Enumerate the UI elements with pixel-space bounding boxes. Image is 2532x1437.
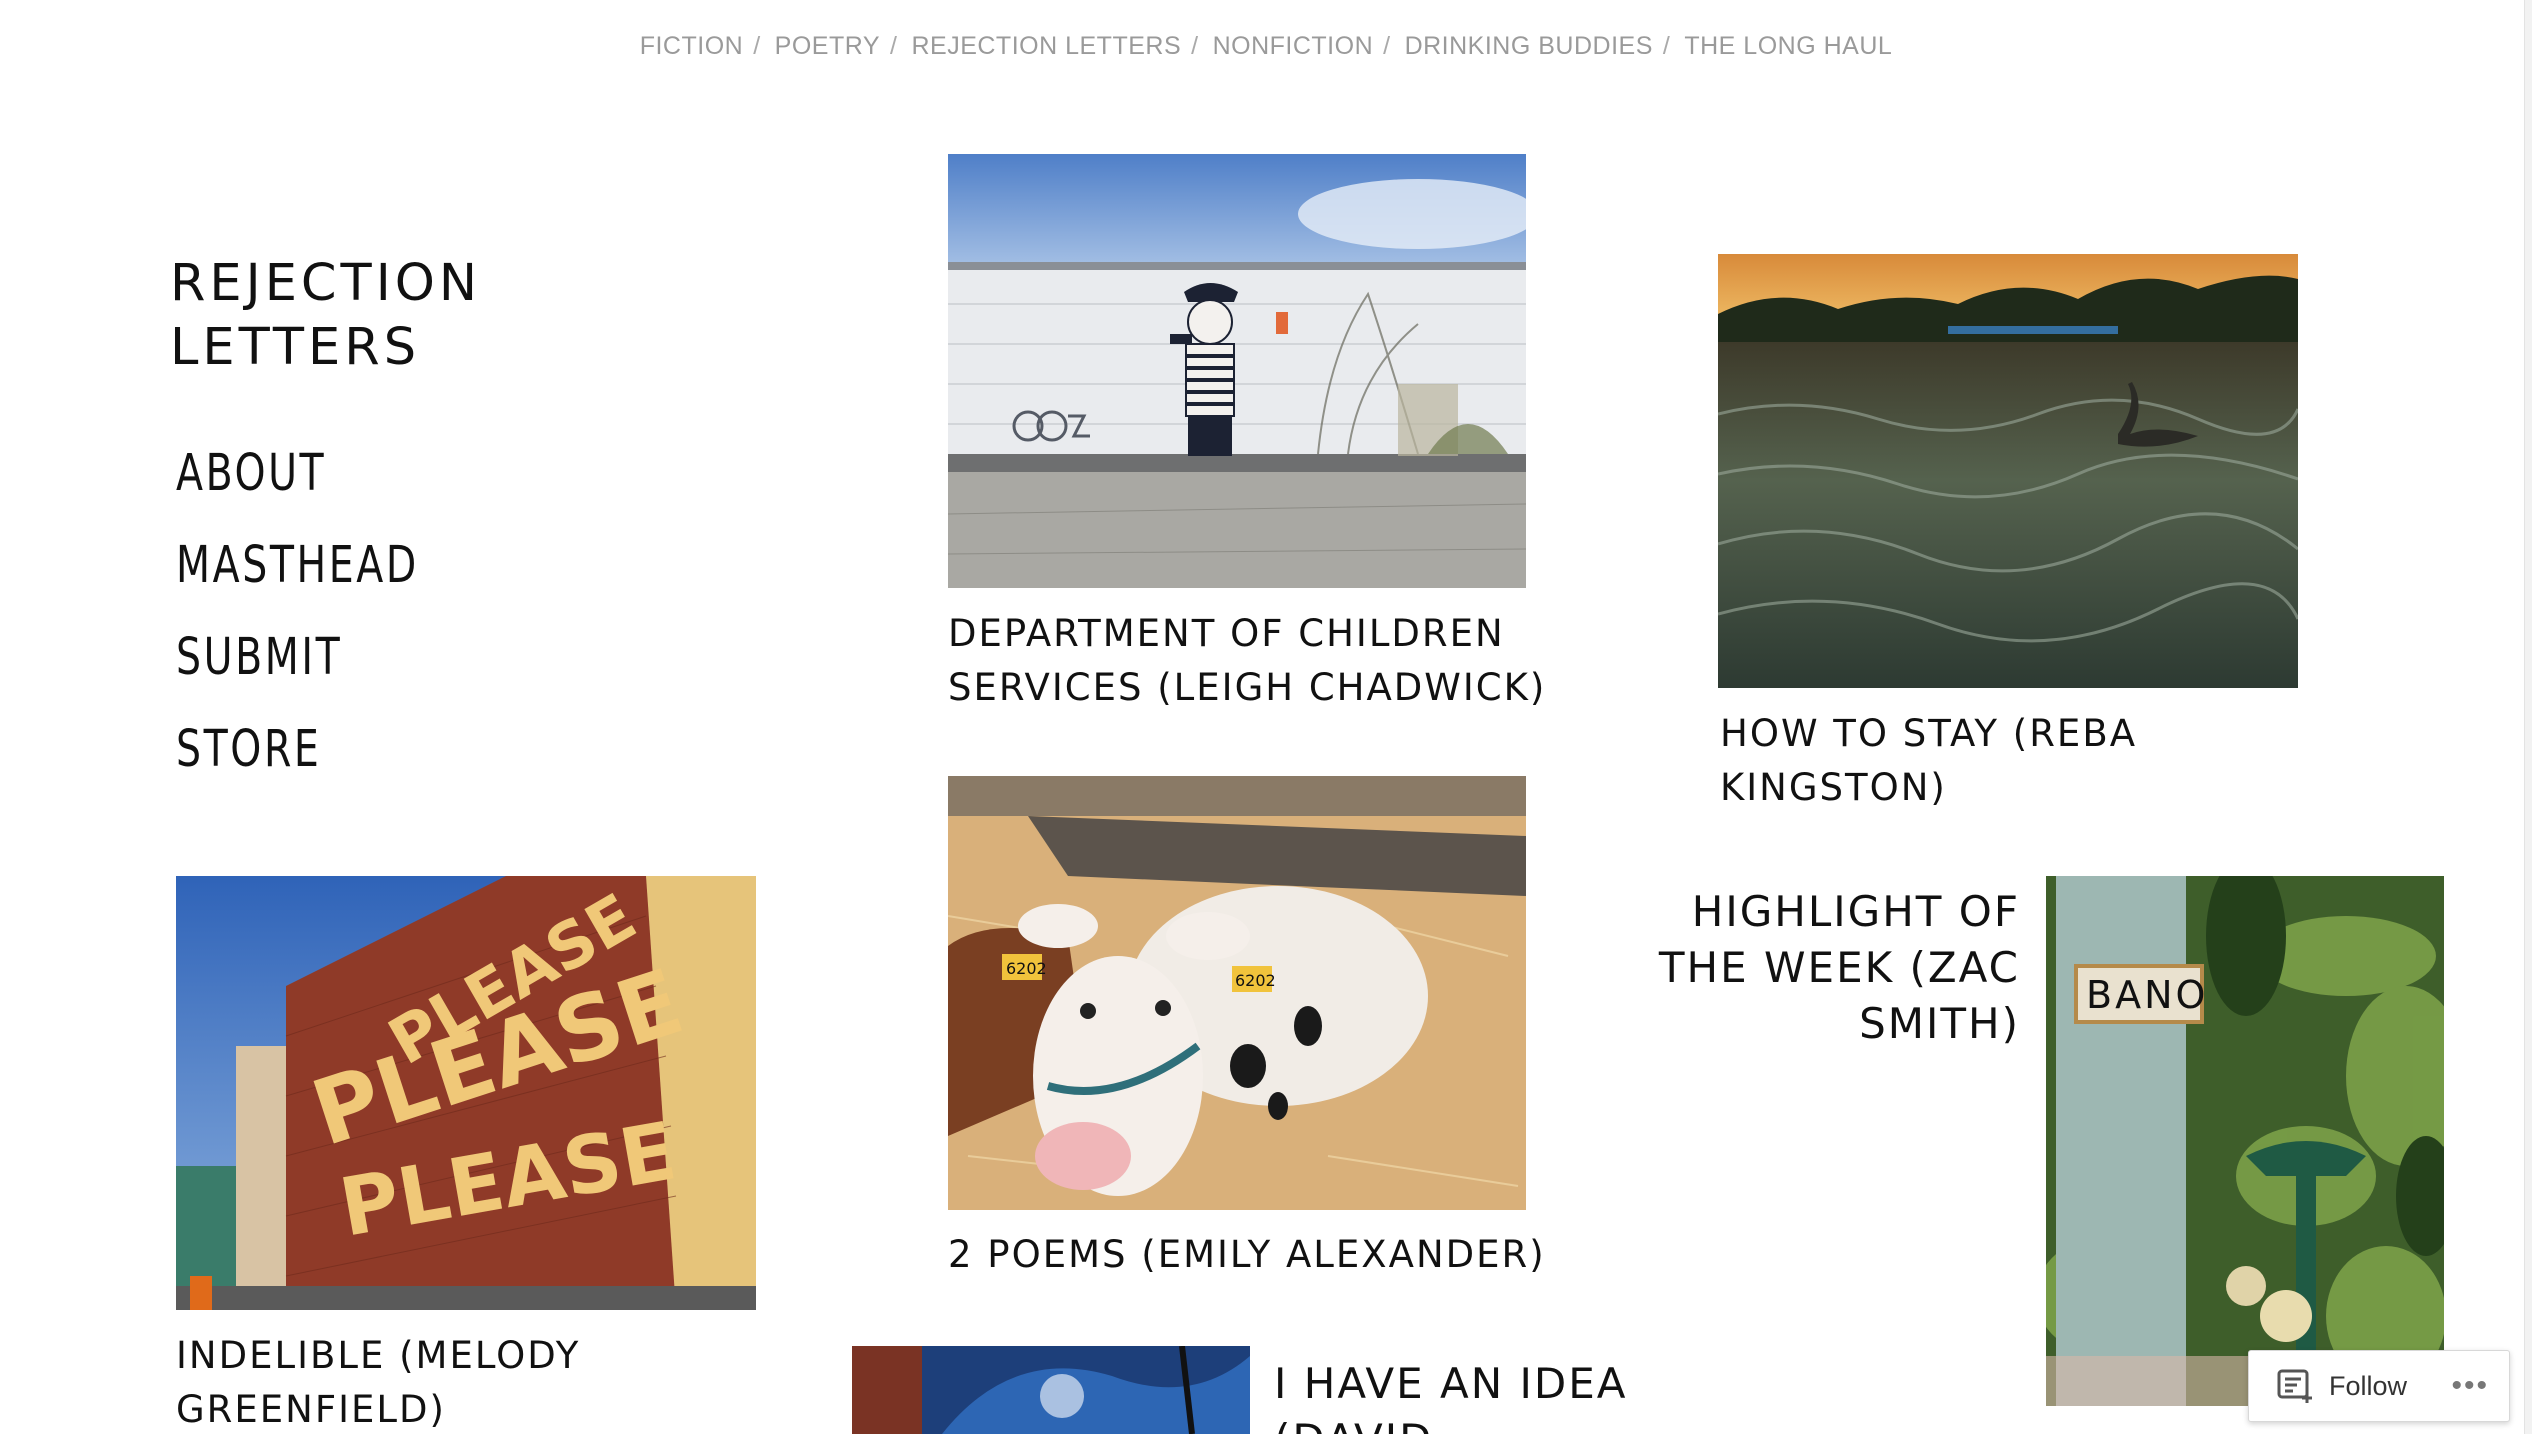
svg-text:BANO: BANO: [2086, 973, 2208, 1017]
nav-separator: /: [753, 32, 761, 60]
side-nav-about[interactable]: ABOUT: [176, 428, 419, 520]
post-thumb-cow[interactable]: 6202 6202: [948, 776, 1526, 1210]
site-title[interactable]: REJECTION LETTERS: [170, 252, 570, 380]
top-nav-rejection-letters[interactable]: REJECTION LETTERS: [911, 32, 1181, 60]
post-title-line: 2 POEMS (EMILY ALEXANDER): [948, 1233, 1546, 1276]
top-nav-the-long-haul[interactable]: THE LONG HAUL: [1684, 32, 1892, 60]
follow-button[interactable]: Follow •••: [2248, 1350, 2510, 1422]
nav-separator: /: [890, 32, 898, 60]
post-thumb-wall-mural[interactable]: [948, 154, 1526, 588]
nav-separator: /: [1662, 32, 1671, 60]
post-title-indelible[interactable]: INDELIBLE (MELODY GREENFIELD): [176, 1329, 776, 1437]
post-title-line: INDELIBLE (MELODY: [176, 1334, 581, 1377]
post-title-two-poems[interactable]: 2 POEMS (EMILY ALEXANDER): [948, 1228, 1588, 1282]
svg-text:6202: 6202: [1006, 959, 1047, 978]
cow-image: 6202 6202: [948, 776, 1526, 1210]
side-nav-masthead[interactable]: MASTHEAD: [176, 520, 419, 612]
post-title-line: GREENFIELD): [176, 1388, 446, 1431]
idea-image: [852, 1346, 1250, 1434]
post-title-highlight[interactable]: HIGHLIGHT OF THE WEEK (ZAC SMITH): [1640, 884, 2020, 1052]
bano-sign-image: BANO: [2046, 876, 2444, 1406]
post-title-idea[interactable]: I HAVE AN IDEA (DAVID: [1274, 1356, 1694, 1434]
top-nav-nonfiction[interactable]: NONFICTION: [1213, 32, 1374, 60]
post-title-line: HOW TO STAY (REBA: [1720, 712, 2138, 755]
post-title-dept-children[interactable]: DEPARTMENT OF CHILDREN SERVICES (LEIGH C…: [948, 607, 1588, 715]
post-title-line: SERVICES (LEIGH CHADWICK): [948, 666, 1547, 709]
top-nav: FICTION / POETRY / REJECTION LETTERS / NONFICT…: [0, 32, 2532, 61]
post-thumb-please-mural[interactable]: PLEASE PLEASE PLEASE: [176, 876, 756, 1310]
nav-separator: /: [1191, 32, 1199, 60]
top-nav-drinking-buddies[interactable]: DRINKING BUDDIES: [1405, 32, 1653, 60]
nav-separator: /: [1383, 32, 1391, 60]
reader-follow-icon: [2277, 1369, 2312, 1403]
please-mural-image: PLEASE PLEASE PLEASE: [176, 876, 756, 1310]
side-nav-submit[interactable]: SUBMIT: [176, 612, 419, 704]
post-title-how-to-stay[interactable]: HOW TO STAY (REBA KINGSTON): [1720, 707, 2280, 815]
lake-image: [1718, 254, 2298, 688]
post-title-line: THE WEEK (ZAC: [1658, 943, 2020, 992]
svg-text:6202: 6202: [1235, 971, 1276, 990]
post-thumb-lake[interactable]: [1718, 254, 2298, 688]
site-title-line2: LETTERS: [170, 318, 421, 377]
top-nav-poetry[interactable]: POETRY: [775, 32, 880, 60]
post-title-line: DEPARTMENT OF CHILDREN: [948, 612, 1505, 655]
site-title-line1: REJECTION: [170, 254, 482, 313]
top-nav-fiction[interactable]: FICTION: [640, 32, 744, 60]
more-options-icon[interactable]: •••: [2451, 1369, 2489, 1403]
post-thumb-bano-sign[interactable]: BANO: [2046, 876, 2444, 1406]
post-thumb-idea[interactable]: [852, 1346, 1250, 1434]
post-title-line: I HAVE AN IDEA: [1274, 1359, 1628, 1408]
post-title-line: HIGHLIGHT OF: [1691, 887, 2020, 936]
scrollbar[interactable]: [2524, 0, 2532, 1434]
post-title-line: (DAVID: [1274, 1412, 1694, 1434]
follow-label: Follow: [2329, 1370, 2408, 1401]
post-title-line: KINGSTON): [1720, 766, 1947, 809]
post-title-line: SMITH): [1859, 999, 2020, 1048]
side-nav-store[interactable]: STORE: [176, 704, 419, 796]
wall-mural-image: [948, 154, 1526, 588]
side-nav: ABOUT MASTHEAD SUBMIT STORE: [176, 428, 458, 796]
